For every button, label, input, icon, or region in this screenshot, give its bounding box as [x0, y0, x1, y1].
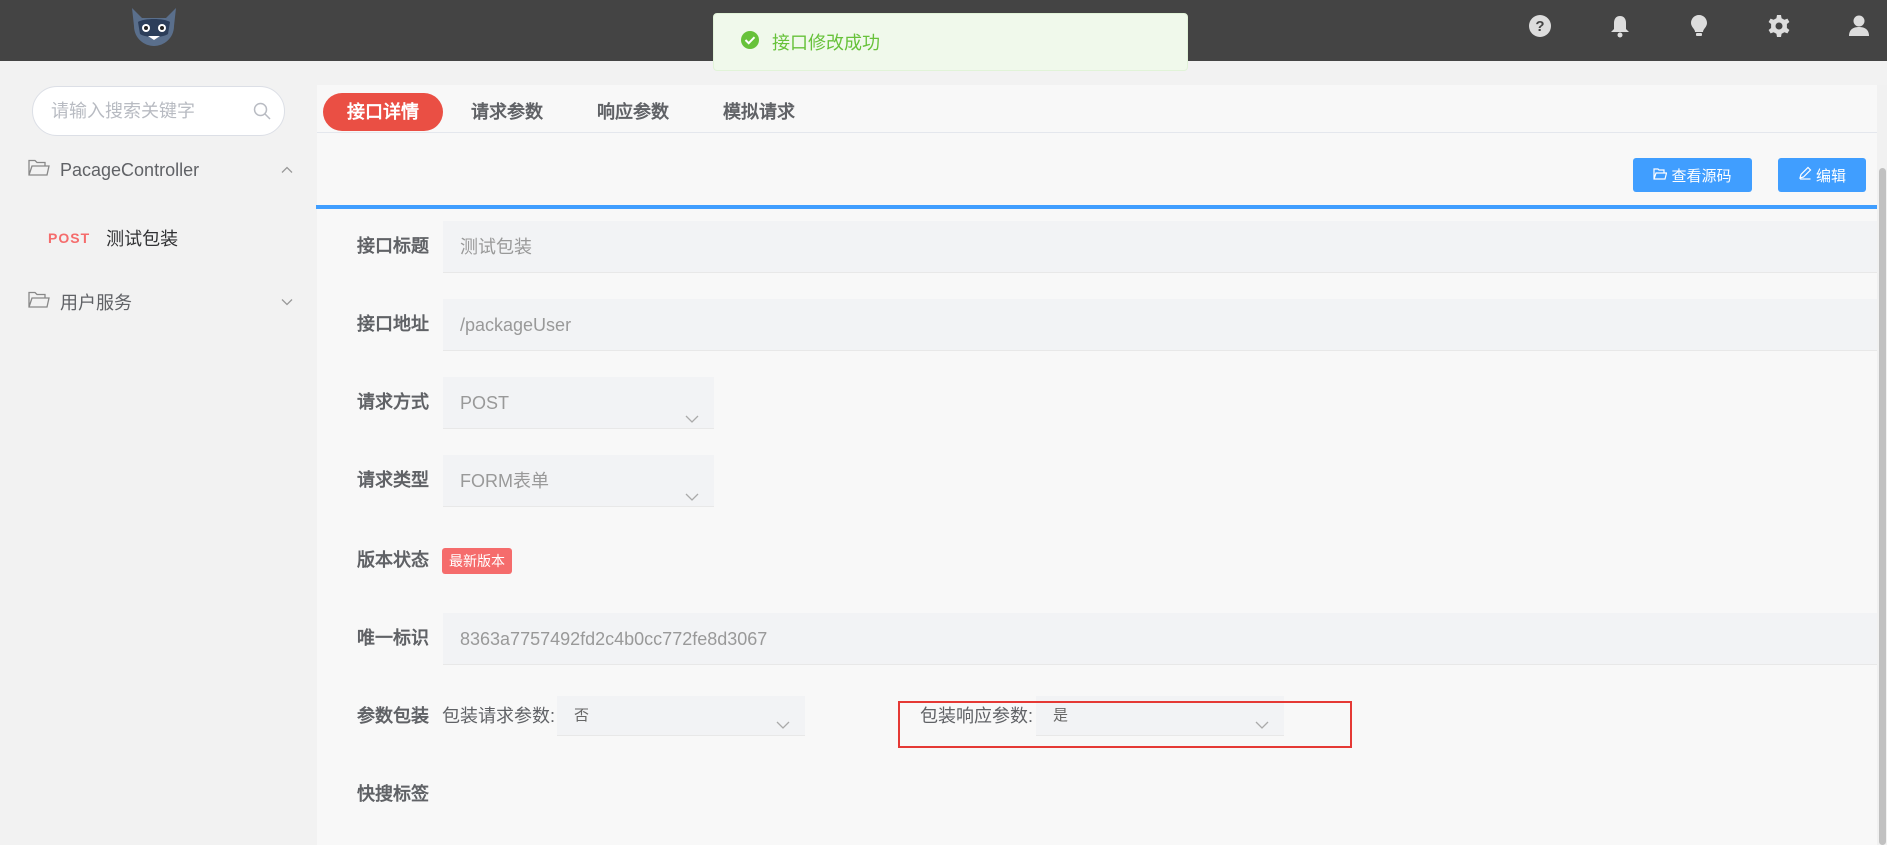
search-input[interactable] — [51, 99, 241, 123]
search-icon[interactable] — [252, 101, 272, 126]
field-label-url: 接口地址 — [357, 314, 429, 334]
chevron-down-icon — [684, 473, 700, 525]
field-label-wrap: 参数包装 — [357, 706, 429, 726]
folder-open-icon — [1653, 167, 1668, 184]
sidebar-group-pacagecontroller[interactable]: PacageController — [28, 155, 296, 185]
tab-bar: 接口详情 请求参数 响应参数 模拟请求 — [317, 85, 1877, 133]
tab-mock-request[interactable]: 模拟请求 — [699, 93, 819, 131]
svg-text:?: ? — [1535, 18, 1544, 35]
search-box[interactable] — [32, 86, 285, 136]
view-source-label: 查看源码 — [1671, 167, 1732, 185]
sidebar-item-label: 测试包装 — [106, 229, 179, 249]
field-label-version: 版本状态 — [357, 550, 429, 570]
chevron-up-icon[interactable] — [280, 161, 294, 182]
user-icon[interactable] — [1846, 13, 1872, 39]
success-check-icon — [740, 30, 760, 55]
settings-icon[interactable] — [1766, 13, 1792, 39]
wrap-request-label: 包装请求参数: — [442, 706, 556, 726]
field-label-uid: 唯一标识 — [357, 628, 429, 648]
field-label-title: 接口标题 — [357, 236, 429, 256]
sidebar-group-label: PacageController — [60, 159, 200, 180]
bulb-icon[interactable] — [1686, 13, 1712, 39]
edit-pen-icon — [1798, 166, 1812, 184]
sidebar-item-test-package[interactable]: POST 测试包装 — [48, 223, 178, 253]
highlight-annotation-box — [898, 701, 1352, 748]
toast-message: 接口修改成功 — [772, 33, 880, 53]
chevron-down-icon — [775, 709, 791, 749]
method-select-value: POST — [460, 393, 510, 413]
view-source-button[interactable]: 查看源码 — [1633, 158, 1752, 192]
logo-icon[interactable] — [126, 4, 182, 50]
sidebar-group-user-service[interactable]: 用户服务 — [28, 287, 296, 317]
scrollbar-thumb[interactable] — [1879, 168, 1886, 845]
bell-icon[interactable] — [1607, 13, 1633, 39]
section-divider — [316, 205, 1878, 209]
tab-response-params[interactable]: 响应参数 — [573, 93, 693, 131]
help-icon[interactable]: ? — [1527, 13, 1553, 39]
url-field[interactable]: /packageUser — [443, 299, 1877, 351]
chevron-down-icon[interactable] — [280, 293, 294, 314]
type-select[interactable]: FORM表单 — [443, 455, 714, 507]
field-label-tags: 快搜标签 — [357, 784, 429, 804]
version-badge: 最新版本 — [442, 548, 512, 574]
title-field[interactable]: 测试包装 — [443, 221, 1877, 273]
method-select[interactable]: POST — [443, 377, 714, 429]
wrap-request-value: 否 — [574, 707, 590, 724]
tab-details[interactable]: 接口详情 — [323, 93, 443, 131]
type-select-value: FORM表单 — [460, 471, 549, 491]
folder-icon — [28, 159, 50, 182]
edit-button[interactable]: 编辑 — [1778, 158, 1866, 192]
edit-label: 编辑 — [1815, 167, 1846, 185]
wrap-request-select[interactable]: 否 — [557, 696, 805, 736]
tab-request-params[interactable]: 请求参数 — [447, 93, 567, 131]
chevron-down-icon — [684, 395, 700, 447]
sidebar: PacageController POST 测试包装 用户服务 — [0, 61, 316, 845]
sidebar-group-label: 用户服务 — [60, 293, 132, 313]
success-toast: 接口修改成功 — [713, 13, 1188, 71]
folder-icon — [28, 291, 50, 314]
field-label-type: 请求类型 — [357, 470, 429, 490]
field-label-method: 请求方式 — [357, 392, 429, 412]
uid-field[interactable]: 8363a7757492fd2c4b0cc772fe8d3067 — [443, 613, 1877, 665]
method-tag: POST — [48, 230, 91, 246]
